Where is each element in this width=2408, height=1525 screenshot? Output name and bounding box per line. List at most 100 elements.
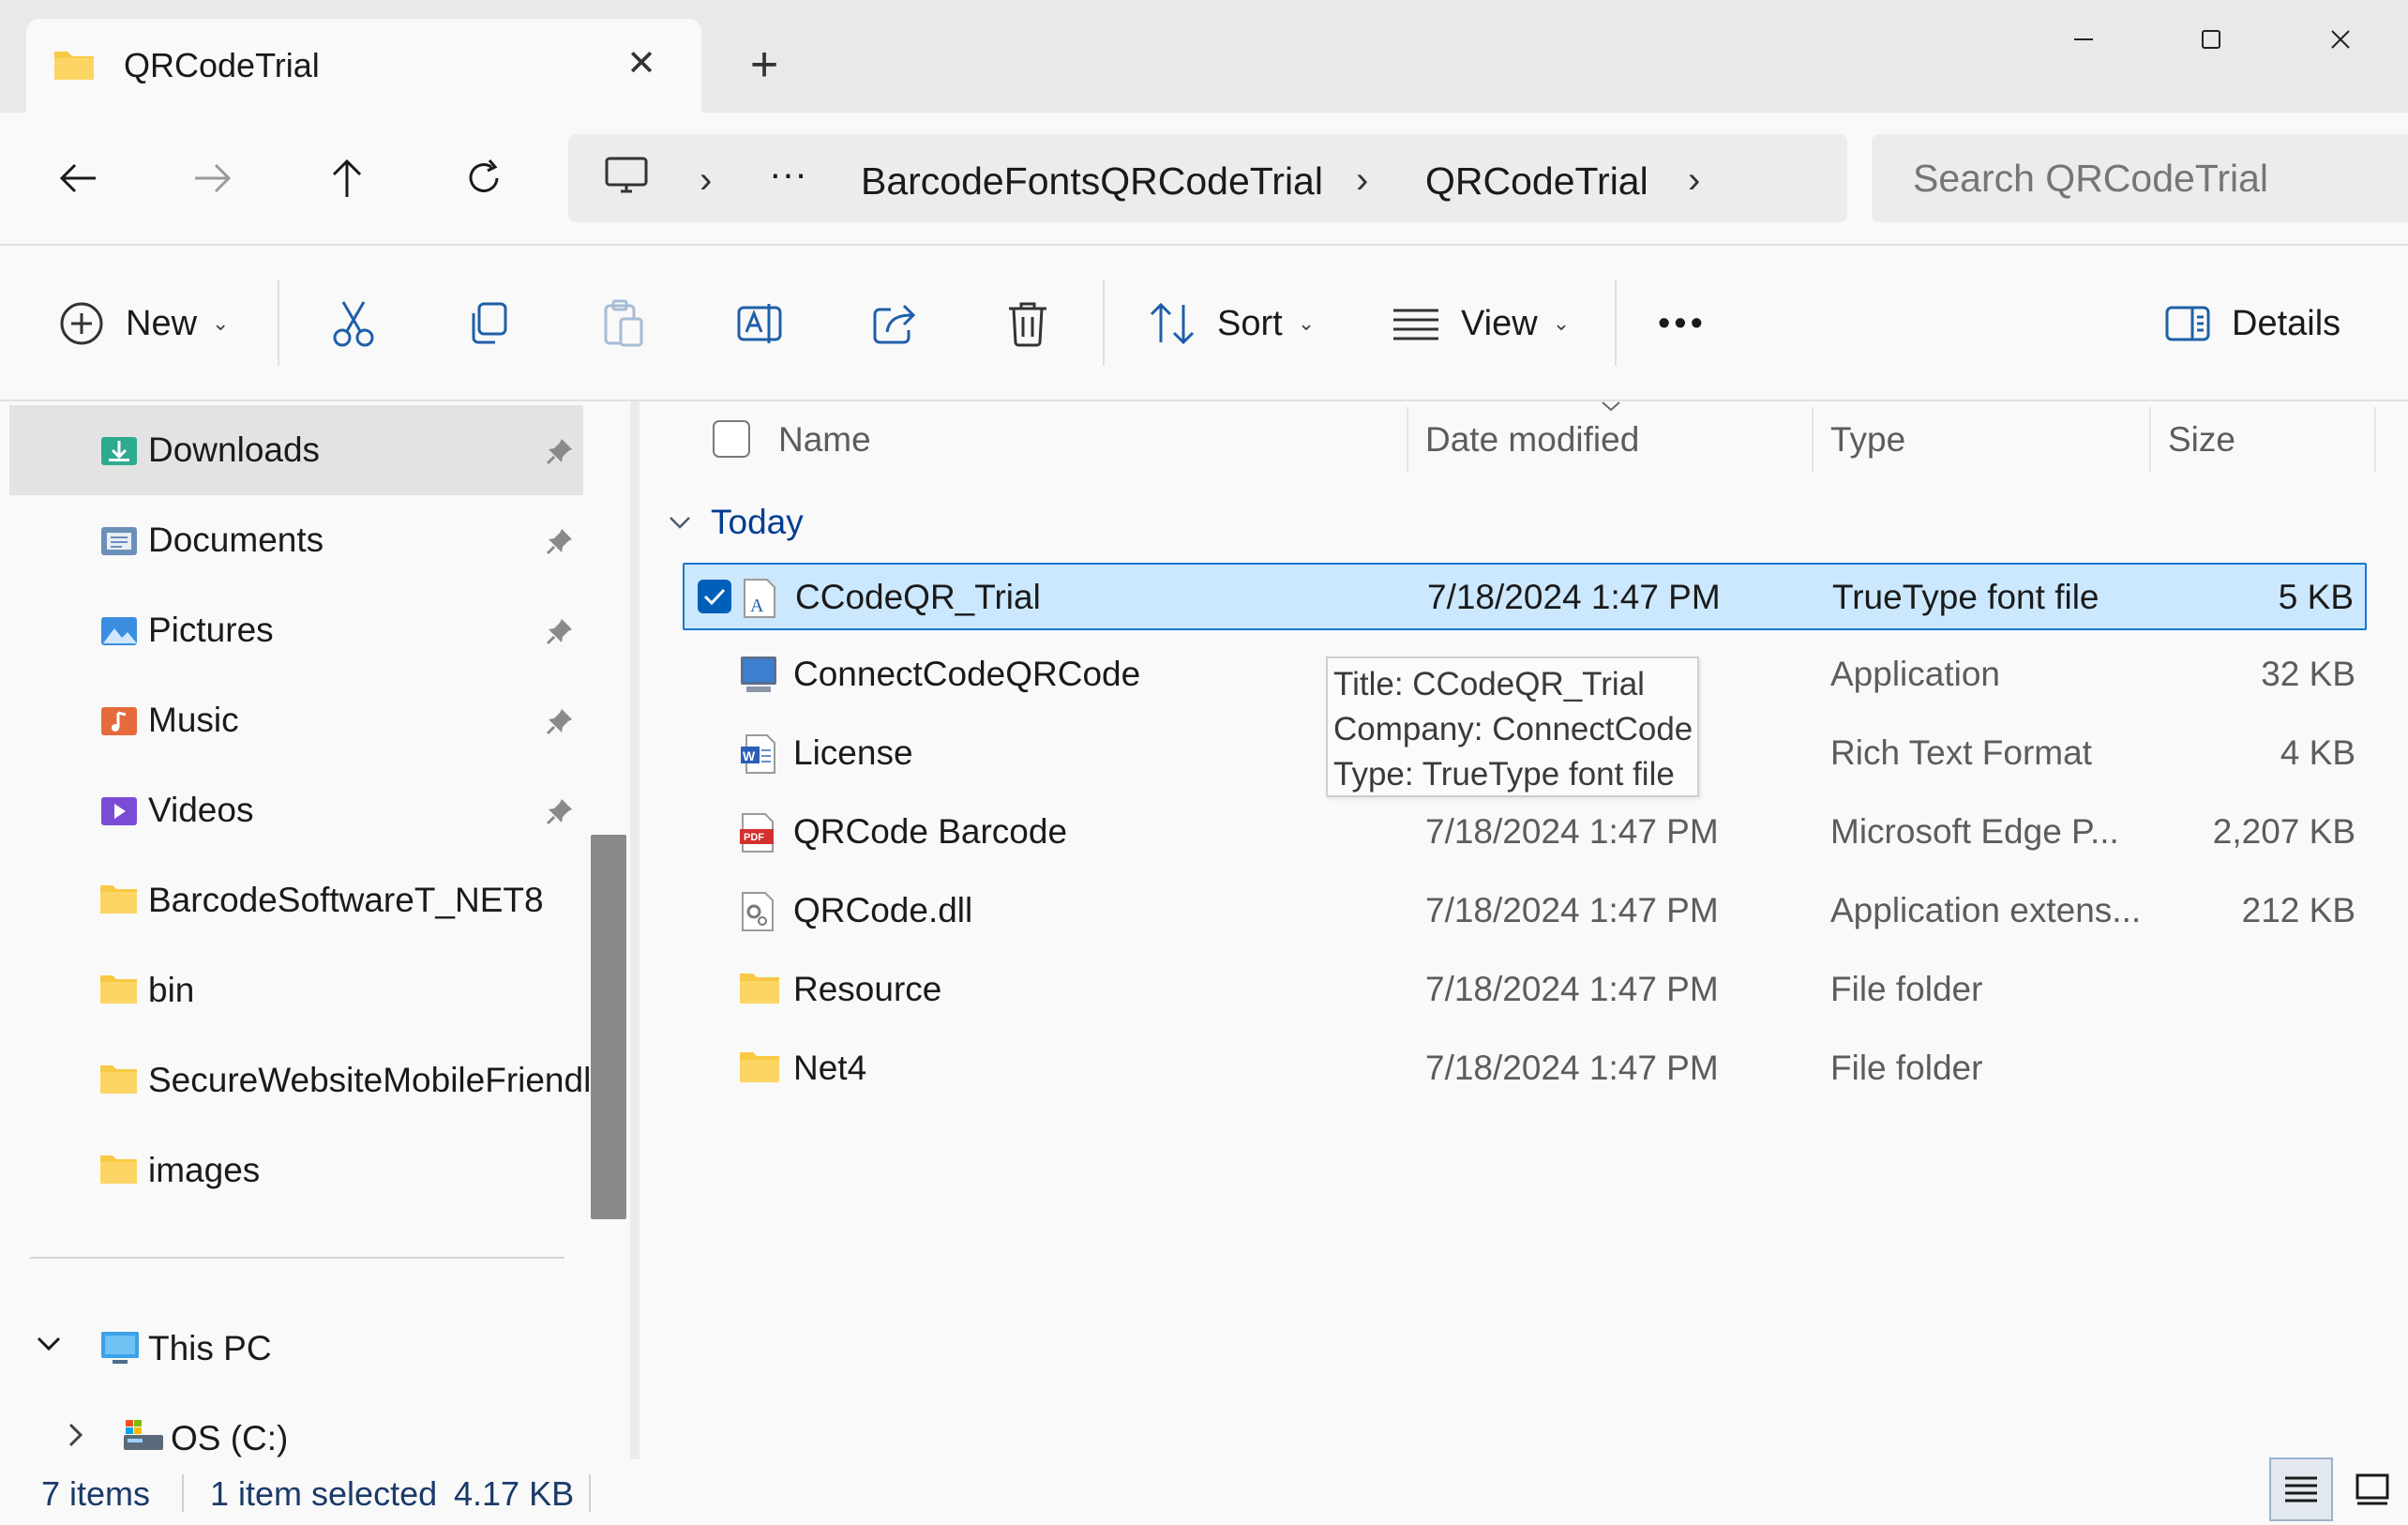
sidebar-item-videos[interactable]: Videos — [9, 765, 583, 855]
tooltip-title: Title: CCodeQR_Trial — [1333, 666, 1645, 702]
group-label: Today — [711, 503, 804, 541]
folder-icon — [53, 46, 96, 86]
sidebar-item-music[interactable]: Music — [9, 675, 583, 765]
chevron-down-icon: ⌄ — [212, 311, 230, 335]
details-view-icon — [2285, 1476, 2317, 1502]
column-divider[interactable] — [2149, 407, 2151, 473]
more-options-button[interactable]: ••• — [1658, 281, 1707, 366]
file-row[interactable]: PDF QRCode Barcode 7/18/2024 1:47 PM Mic… — [683, 799, 2367, 867]
column-divider[interactable] — [2374, 407, 2376, 473]
row-checkbox[interactable] — [698, 580, 731, 613]
file-row[interactable]: A CCodeQR_Trial 7/18/2024 1:47 PM TrueTy… — [683, 563, 2367, 630]
status-divider — [589, 1474, 591, 1512]
breadcrumb-barcodefontsqrcodetrial[interactable]: BarcodeFontsQRCodeTrial — [861, 159, 1323, 204]
tab-close-icon[interactable]: ✕ — [623, 45, 660, 83]
breadcrumb-more-button[interactable]: ··· — [769, 152, 807, 196]
sidebar-item-os-c[interactable]: OS (C:) — [9, 1394, 583, 1459]
column-header-size[interactable]: Size — [2168, 420, 2235, 460]
file-row[interactable]: Net4 7/18/2024 1:47 PM File folder — [683, 1035, 2367, 1103]
view-button[interactable]: View ⌄ — [1392, 281, 1570, 366]
large-icons-view-button[interactable] — [2344, 1457, 2400, 1521]
file-row[interactable]: QRCode.dll 7/18/2024 1:47 PM Application… — [683, 878, 2367, 945]
documents-icon — [99, 521, 139, 562]
font-file-icon: A — [741, 578, 778, 624]
pin-icon[interactable] — [546, 527, 574, 560]
forward-button[interactable] — [184, 150, 240, 206]
column-header-name[interactable]: Name — [778, 420, 871, 460]
navigation-pane: Downloads Documents Pictures Music Video… — [0, 401, 630, 1459]
share-icon — [873, 304, 916, 344]
sidebar-item-barcodesoftwaret-net8[interactable]: BarcodeSoftwareT_NET8 — [9, 855, 583, 945]
sidebar-item-pictures[interactable]: Pictures — [9, 585, 583, 675]
pin-icon[interactable] — [546, 437, 574, 470]
new-tab-button[interactable]: + — [741, 40, 788, 89]
sidebar-item-bin[interactable]: bin — [9, 945, 583, 1035]
column-header-date-modified[interactable]: Date modified — [1425, 420, 1639, 460]
back-button[interactable] — [51, 150, 107, 206]
delete-button[interactable] — [1005, 281, 1050, 366]
select-all-checkbox[interactable] — [713, 420, 750, 458]
videos-icon — [99, 792, 139, 832]
breadcrumb-chevron[interactable]: › — [1688, 159, 1700, 202]
details-pane-button[interactable]: Details — [2164, 281, 2340, 366]
chevron-right-icon[interactable] — [68, 1422, 84, 1453]
sidebar-item-images[interactable]: images — [9, 1125, 583, 1215]
file-date: 7/18/2024 1:47 PM — [1425, 1049, 1719, 1087]
file-name: Resource — [793, 970, 942, 1008]
file-size: 5 KB — [2278, 578, 2354, 616]
sidebar-item-documents[interactable]: Documents — [9, 495, 583, 585]
sidebar-item-label: BarcodeSoftwareT_NET8 — [148, 881, 544, 919]
paste-button[interactable] — [600, 281, 647, 366]
file-size: 212 KB — [2241, 891, 2355, 929]
maximize-button[interactable] — [2183, 19, 2239, 60]
this-pc-icon — [99, 1330, 141, 1372]
cut-button[interactable] — [330, 281, 377, 366]
tab-qrcodetrial[interactable]: QRCodeTrial ✕ — [26, 19, 701, 113]
sort-button[interactable]: Sort ⌄ — [1148, 281, 1315, 366]
sidebar-item-label: SecureWebsiteMobileFriendly — [148, 1061, 609, 1099]
breadcrumb-qrcodetrial[interactable]: QRCodeTrial — [1425, 159, 1648, 204]
new-button[interactable]: New ⌄ — [58, 281, 229, 366]
up-arrow-icon — [332, 159, 362, 197]
column-divider[interactable] — [1407, 407, 1408, 473]
copy-button[interactable] — [465, 281, 512, 366]
minimize-button[interactable] — [2055, 19, 2112, 60]
column-header-type[interactable]: Type — [1830, 420, 1905, 460]
rename-icon — [737, 304, 782, 343]
pin-icon[interactable] — [546, 797, 574, 830]
file-type: File folder — [1830, 1049, 1983, 1087]
tiles-view-icon — [2355, 1473, 2389, 1505]
sidebar-item-label: Downloads — [148, 430, 321, 469]
breadcrumb-chevron[interactable]: › — [1356, 159, 1368, 202]
sidebar-item-label: This PC — [148, 1329, 272, 1367]
file-date: 7/18/2024 1:47 PM — [1427, 578, 1721, 616]
paste-icon — [604, 299, 643, 347]
close-window-button[interactable] — [2312, 19, 2369, 60]
breadcrumb-chevron[interactable]: › — [700, 159, 712, 202]
share-button[interactable] — [870, 281, 919, 366]
pin-icon[interactable] — [546, 617, 574, 650]
search-input[interactable] — [1872, 134, 2408, 222]
group-header-today[interactable]: Today — [668, 503, 804, 542]
details-pane-icon — [2165, 306, 2210, 341]
refresh-button[interactable] — [456, 150, 512, 206]
folder-icon — [99, 1152, 139, 1190]
rename-button[interactable] — [735, 281, 784, 366]
nav-scrollbar-thumb[interactable] — [591, 835, 626, 1219]
file-type: File folder — [1830, 970, 1983, 1008]
pin-icon[interactable] — [546, 707, 574, 740]
sidebar-item-this-pc[interactable]: This PC — [9, 1304, 583, 1394]
file-row[interactable]: Resource 7/18/2024 1:47 PM File folder — [683, 957, 2367, 1024]
tab-title: QRCodeTrial — [124, 46, 320, 84]
forward-arrow-icon — [195, 163, 232, 193]
rtf-document-icon: W — [739, 733, 776, 779]
this-pc-icon[interactable] — [604, 156, 649, 202]
chevron-down-icon[interactable] — [36, 1336, 62, 1357]
column-divider[interactable] — [1812, 407, 1814, 473]
details-view-button[interactable] — [2269, 1457, 2333, 1521]
sidebar-item-downloads[interactable]: Downloads — [9, 405, 583, 495]
sidebar-item-securewebsitemobilefriendly[interactable]: SecureWebsiteMobileFriendly — [9, 1035, 609, 1125]
item-count: 7 items — [41, 1474, 151, 1513]
pdf-icon: PDF — [739, 812, 776, 858]
up-button[interactable] — [319, 150, 375, 206]
